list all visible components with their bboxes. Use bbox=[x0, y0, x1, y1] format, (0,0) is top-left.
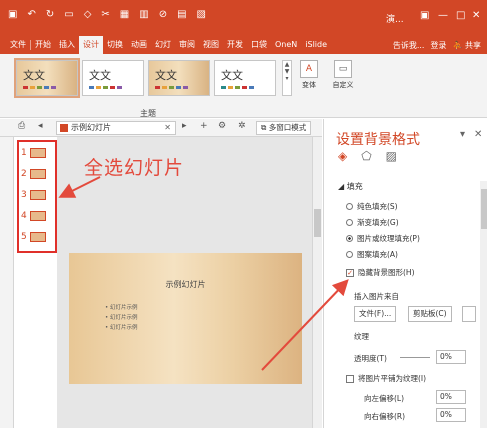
variant-button[interactable]: A 变体 bbox=[296, 60, 322, 90]
tab-prev-icon[interactable]: ◂ bbox=[38, 121, 43, 131]
slide-editing-area: 示例幻灯片 • 幻灯片示例 • 幻灯片示例 • 幻灯片示例 bbox=[57, 137, 322, 428]
clipboard-button[interactable]: 剪贴板(C) bbox=[408, 306, 452, 322]
fill-icon[interactable]: ◈ bbox=[338, 149, 347, 163]
slide-thumbnails: 1 2 3 4 5 bbox=[17, 140, 57, 253]
table-icon[interactable]: ▦ bbox=[120, 9, 129, 20]
gradient-fill-radio[interactable]: 渐变填充(G) bbox=[346, 217, 399, 228]
tab-islide[interactable]: iSlide bbox=[301, 36, 331, 54]
cut-icon[interactable]: ✂ bbox=[101, 9, 109, 20]
chart-icon[interactable]: ▥ bbox=[139, 9, 148, 20]
close-pane-icon[interactable]: ✕ bbox=[474, 129, 482, 140]
slide-thumb[interactable]: 4 bbox=[21, 211, 46, 221]
transparency-slider[interactable] bbox=[400, 357, 430, 358]
pane-options-icon[interactable]: ▾ bbox=[460, 129, 465, 140]
settings-icon[interactable]: ⚙ bbox=[218, 121, 226, 131]
format-background-pane: 设置背景格式 ▾ ✕ ◈ ⬠ ▨ ◢ 填充 纯色填充(S) 渐变填充(G) 图片… bbox=[323, 119, 487, 428]
tab-onenote[interactable]: OneN bbox=[271, 36, 301, 54]
offset-left-label: 向左偏移(L) bbox=[364, 394, 405, 403]
slide-bullets[interactable]: • 幻灯片示例 • 幻灯片示例 • 幻灯片示例 bbox=[105, 303, 138, 333]
transparency-input[interactable]: 0% bbox=[436, 350, 466, 364]
share-button[interactable]: ⛹ 共享 bbox=[452, 40, 481, 51]
tab-developer[interactable]: 开发 bbox=[223, 36, 247, 54]
tab-home[interactable]: 开始 bbox=[31, 36, 55, 54]
picture-icon[interactable]: ▨ bbox=[386, 149, 397, 163]
slide-size-icon: ▭ bbox=[334, 60, 352, 78]
minimize-icon[interactable]: — bbox=[438, 10, 448, 21]
effects-icon[interactable]: ⬠ bbox=[361, 149, 371, 163]
tab-review[interactable]: 审阅 bbox=[175, 36, 199, 54]
gear-icon[interactable]: ✲ bbox=[238, 121, 246, 131]
maximize-icon[interactable]: □ bbox=[456, 10, 465, 21]
slide-thumb[interactable]: 5 bbox=[21, 232, 46, 242]
close-window-icon[interactable]: ✕ bbox=[472, 10, 480, 21]
slide-thumb[interactable]: 2 bbox=[21, 169, 46, 179]
slide-thumb[interactable]: 3 bbox=[21, 190, 46, 200]
theme-thumb[interactable]: 文文 bbox=[14, 58, 80, 98]
document-tab-bar: ⎙ ◂ 示例幻灯片 ✕ ▸ + ⚙ ✲ ⧉ 多窗口模式 bbox=[0, 119, 322, 137]
pptx-icon bbox=[60, 124, 68, 132]
left-gutter bbox=[0, 137, 14, 428]
tab-animations[interactable]: 动画 bbox=[127, 36, 151, 54]
pane-title: 设置背景格式 bbox=[336, 132, 420, 148]
tab-insert[interactable]: 插入 bbox=[55, 36, 79, 54]
picture-fill-radio[interactable]: 图片或纹理填充(P) bbox=[346, 233, 420, 244]
multi-window-button[interactable]: ⧉ 多窗口模式 bbox=[256, 121, 312, 135]
theme-thumb[interactable]: 文文 bbox=[82, 60, 144, 96]
tab-file[interactable]: 文件 bbox=[6, 36, 30, 54]
transparency-label: 透明度(T) bbox=[354, 354, 387, 363]
tab-transitions[interactable]: 切换 bbox=[103, 36, 127, 54]
solid-fill-radio[interactable]: 纯色填充(S) bbox=[346, 201, 398, 212]
tab-slideshow[interactable]: 幻灯 bbox=[151, 36, 175, 54]
texture-label: 纹理 bbox=[354, 332, 369, 341]
tab-view[interactable]: 视图 bbox=[199, 36, 223, 54]
editor-scrollbar[interactable] bbox=[312, 137, 322, 428]
slide-canvas[interactable]: 示例幻灯片 • 幻灯片示例 • 幻灯片示例 • 幻灯片示例 bbox=[69, 253, 302, 384]
save-icon[interactable]: ▣ bbox=[8, 9, 17, 20]
slide-thumb[interactable]: 1 bbox=[21, 148, 46, 158]
link-icon[interactable]: ⊘ bbox=[159, 9, 167, 20]
offset-right-label: 向右偏移(R) bbox=[364, 412, 406, 421]
save-doc-icon[interactable]: ⎙ bbox=[18, 121, 25, 131]
group-label-themes: 主题 bbox=[140, 109, 156, 118]
theme-gallery-scroll[interactable]: ▲ ▼ ▾ bbox=[282, 60, 292, 96]
tell-me-input[interactable]: 告诉我... bbox=[393, 40, 425, 51]
pane-scrollbar[interactable] bbox=[480, 181, 487, 428]
theme-thumb[interactable]: 文文 bbox=[148, 60, 210, 96]
tab-pocket[interactable]: 口袋 bbox=[247, 36, 271, 54]
online-button[interactable] bbox=[462, 306, 476, 322]
fill-section-header[interactable]: ◢ 填充 bbox=[338, 181, 363, 192]
file-button[interactable]: 文件(F)... bbox=[354, 306, 397, 322]
customize-button[interactable]: ▭ 自定义 bbox=[330, 60, 356, 90]
ribbon-display-icon[interactable]: ▣ bbox=[420, 10, 429, 21]
window-title: 演... bbox=[386, 15, 404, 25]
offset-right-input[interactable]: 0% bbox=[436, 408, 466, 422]
insert-from-label: 插入图片来自 bbox=[354, 292, 399, 301]
annotation-select-all: 全选幻灯片 bbox=[84, 157, 185, 179]
tab-next-icon[interactable]: ▸ bbox=[182, 121, 187, 131]
title-bar: ▣ ↶ ↻ ▭ ◇ ✂ ▦ ▥ ⊘ ▤ ▧ 演... ▣ — □ ✕ bbox=[0, 0, 487, 36]
theme-thumb[interactable]: 文文 bbox=[214, 60, 276, 96]
photo-icon[interactable]: ▧ bbox=[197, 9, 206, 20]
new-icon[interactable]: ▭ bbox=[64, 9, 73, 20]
variant-icon: A bbox=[300, 60, 318, 78]
slide-title[interactable]: 示例幻灯片 bbox=[69, 279, 302, 290]
close-tab-icon[interactable]: ✕ bbox=[164, 122, 171, 134]
add-tab-icon[interactable]: + bbox=[200, 121, 208, 131]
tile-checkbox[interactable]: 将图片平铺为纹理(I) bbox=[346, 373, 426, 384]
ribbon-tabs: 文件 开始 插入 设计 切换 动画 幻灯 审阅 视图 开发 口袋 OneN iS… bbox=[0, 36, 487, 54]
design-ribbon: 文文 文文 文文 文文 ▲ ▼ ▾ 主题 A 变体 ▭ 自定义 bbox=[0, 54, 487, 118]
picture-icon[interactable]: ▤ bbox=[177, 9, 186, 20]
document-tab[interactable]: 示例幻灯片 ✕ bbox=[56, 121, 176, 135]
tab-design[interactable]: 设计 bbox=[79, 36, 103, 54]
redo-icon[interactable]: ↻ bbox=[46, 9, 54, 20]
undo-icon[interactable]: ↶ bbox=[27, 9, 35, 20]
offset-left-input[interactable]: 0% bbox=[436, 390, 466, 404]
pattern-fill-radio[interactable]: 图案填充(A) bbox=[346, 249, 398, 260]
shape-icon[interactable]: ◇ bbox=[84, 9, 92, 20]
login-link[interactable]: 登录 bbox=[430, 40, 446, 51]
hide-bg-graphics-checkbox[interactable]: ✓ 隐藏背景图形(H) bbox=[346, 267, 415, 278]
